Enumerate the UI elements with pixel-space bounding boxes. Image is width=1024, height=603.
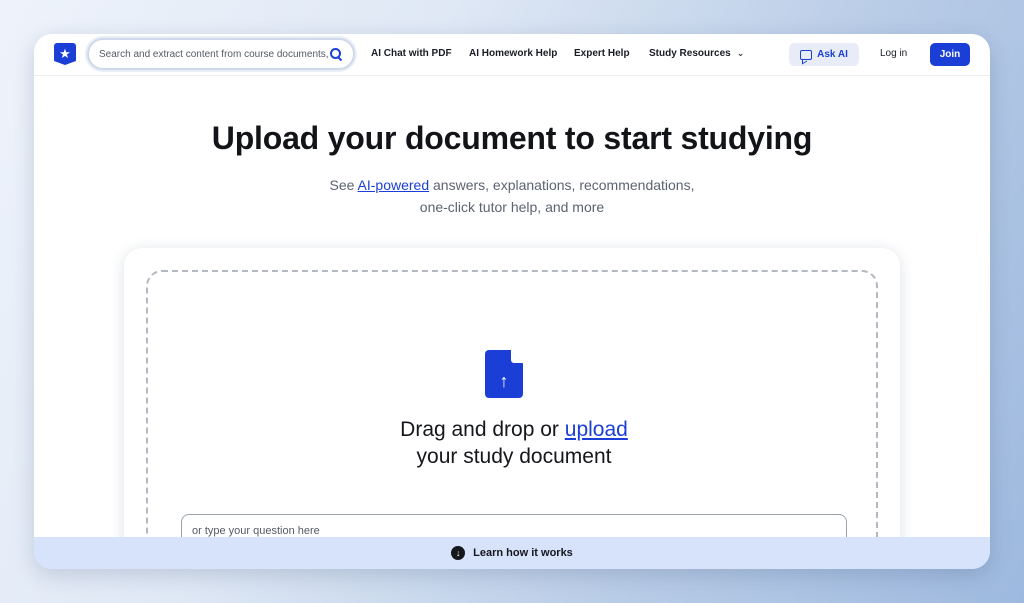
browser-window: ★ AI Chat with PDF AI Homework Help Expe… — [34, 34, 990, 569]
upload-link[interactable]: upload — [565, 418, 628, 441]
nav-ai-homework-help[interactable]: AI Homework Help — [469, 48, 557, 59]
learn-how-it-works-bar[interactable]: ↓ Learn how it works — [34, 537, 990, 569]
logo-icon[interactable]: ★ — [54, 43, 76, 65]
join-button[interactable]: Join — [930, 43, 970, 66]
learn-how-it-works-label: Learn how it works — [473, 547, 573, 559]
ask-ai-button[interactable]: Ask AI — [789, 43, 859, 66]
subtitle-line-1: See AI-powered answers, explanations, re… — [34, 174, 990, 196]
subtitle-line-2: one-click tutor help, and more — [419, 199, 605, 215]
dropzone-prefix: Drag and drop or — [400, 418, 565, 441]
subtitle-prefix: See — [329, 177, 358, 193]
login-link[interactable]: Log in — [880, 48, 907, 59]
ai-powered-link[interactable]: AI-powered — [358, 177, 430, 193]
subtitle-suffix: answers, explanations, recommendations, — [429, 177, 695, 193]
search-bar[interactable] — [87, 38, 355, 70]
dropzone-line-2: your study document — [416, 445, 612, 468]
ask-ai-label: Ask AI — [817, 49, 848, 60]
nav-study-resources-label: Study Resources — [649, 48, 731, 59]
arrow-up-icon: ↑ — [499, 371, 509, 391]
upload-card: ↑ Drag and drop or upload your study doc… — [124, 248, 900, 569]
chevron-down-icon: ⌄ — [736, 48, 745, 58]
nav-expert-help[interactable]: Expert Help — [574, 48, 630, 59]
search-icon[interactable] — [329, 47, 343, 61]
search-input[interactable] — [99, 48, 329, 60]
page-subtitle: See AI-powered answers, explanations, re… — [34, 174, 990, 218]
chat-icon — [800, 49, 813, 60]
nav-study-resources[interactable]: Study Resources ⌄ — [649, 48, 744, 59]
dropzone-text: Drag and drop or upload your study docum… — [148, 416, 880, 470]
site-header: ★ AI Chat with PDF AI Homework Help Expe… — [34, 34, 990, 76]
upload-dropzone[interactable]: ↑ Drag and drop or upload your study doc… — [146, 270, 878, 569]
page-title: Upload your document to start studying — [211, 120, 813, 156]
nav-ai-chat-with-pdf[interactable]: AI Chat with PDF — [371, 48, 452, 59]
dropzone-line-1: Drag and drop or upload — [148, 416, 880, 443]
document-fold — [511, 350, 523, 363]
arrow-down-circle-icon: ↓ — [451, 546, 466, 560]
